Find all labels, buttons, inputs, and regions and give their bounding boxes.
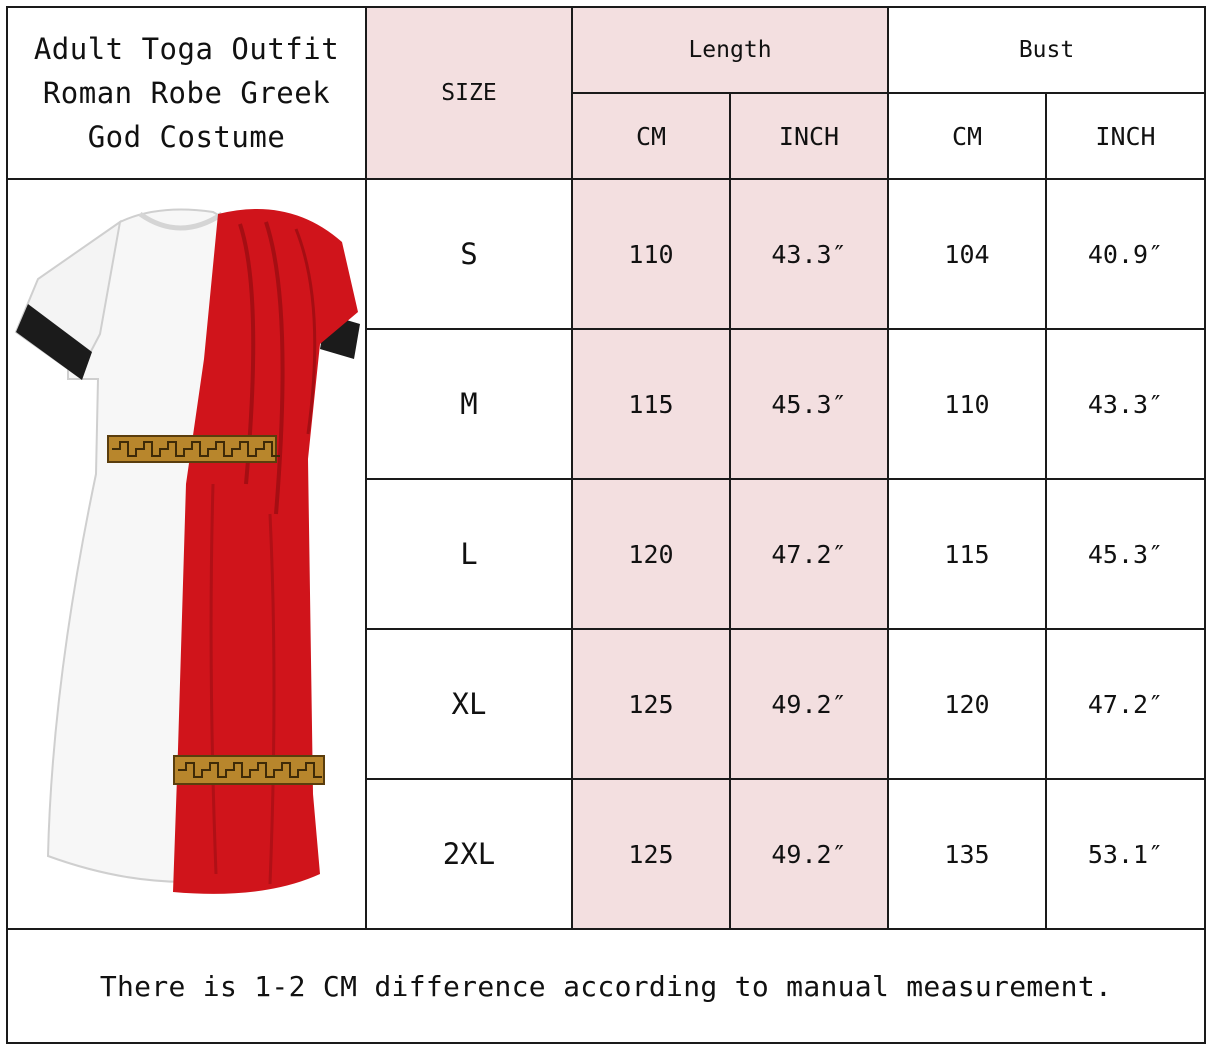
- toga-costume-icon: [14, 208, 360, 894]
- size-cell: XL: [365, 628, 573, 780]
- bust-cm-header: CM: [887, 92, 1047, 180]
- length-inch-cell: 47.2″: [729, 478, 889, 630]
- bust-cm-cell: 110: [887, 328, 1047, 480]
- length-cm-cell: 120: [571, 478, 731, 630]
- bust-cm-cell: 135: [887, 778, 1047, 930]
- length-cm-cell: 110: [571, 178, 731, 330]
- bust-inch-cell: 45.3″: [1044, 478, 1207, 630]
- bust-inch-cell: 47.2″: [1044, 628, 1207, 780]
- length-cm-cell: 115: [571, 328, 731, 480]
- size-header: SIZE: [365, 6, 573, 180]
- measurement-note: There is 1-2 CM difference according to …: [5, 928, 1207, 1044]
- length-cm-cell: 125: [571, 778, 731, 930]
- bust-inch-cell: 53.1″: [1044, 778, 1207, 930]
- size-cell: M: [365, 328, 573, 480]
- length-inch-cell: 45.3″: [729, 328, 889, 480]
- table-row: S 110 43.3″ 104 40.9″: [6, 178, 1207, 930]
- bust-cm-cell: 115: [887, 478, 1047, 630]
- header-row-top: Adult Toga Outfit Roman Robe Greek God C…: [6, 6, 1207, 180]
- size-table: Adult Toga Outfit Roman Robe Greek God C…: [5, 6, 1207, 1044]
- bust-inch-cell: 40.9″: [1044, 178, 1207, 330]
- length-header: Length: [571, 6, 889, 94]
- toga-costume-image: [6, 178, 367, 930]
- length-inch-cell: 49.2″: [729, 628, 889, 780]
- note-row: There is 1-2 CM difference according to …: [5, 928, 1207, 1044]
- size-cell: L: [365, 478, 573, 630]
- bust-inch-cell: 43.3″: [1044, 328, 1207, 480]
- bust-cm-cell: 104: [887, 178, 1047, 330]
- bust-header: Bust: [886, 6, 1207, 94]
- length-cm-cell: 125: [571, 628, 731, 780]
- size-chart: Adult Toga Outfit Roman Robe Greek God C…: [5, 6, 1207, 1044]
- size-cell: 2XL: [365, 778, 573, 930]
- bust-inch-header: INCH: [1044, 92, 1207, 180]
- length-inch-header: INCH: [729, 92, 889, 180]
- size-cell: S: [365, 178, 573, 330]
- length-inch-cell: 43.3″: [729, 178, 889, 330]
- length-inch-cell: 49.2″: [729, 778, 889, 930]
- bust-cm-cell: 120: [887, 628, 1047, 780]
- product-title: Adult Toga Outfit Roman Robe Greek God C…: [6, 6, 367, 180]
- length-cm-header: CM: [571, 92, 731, 180]
